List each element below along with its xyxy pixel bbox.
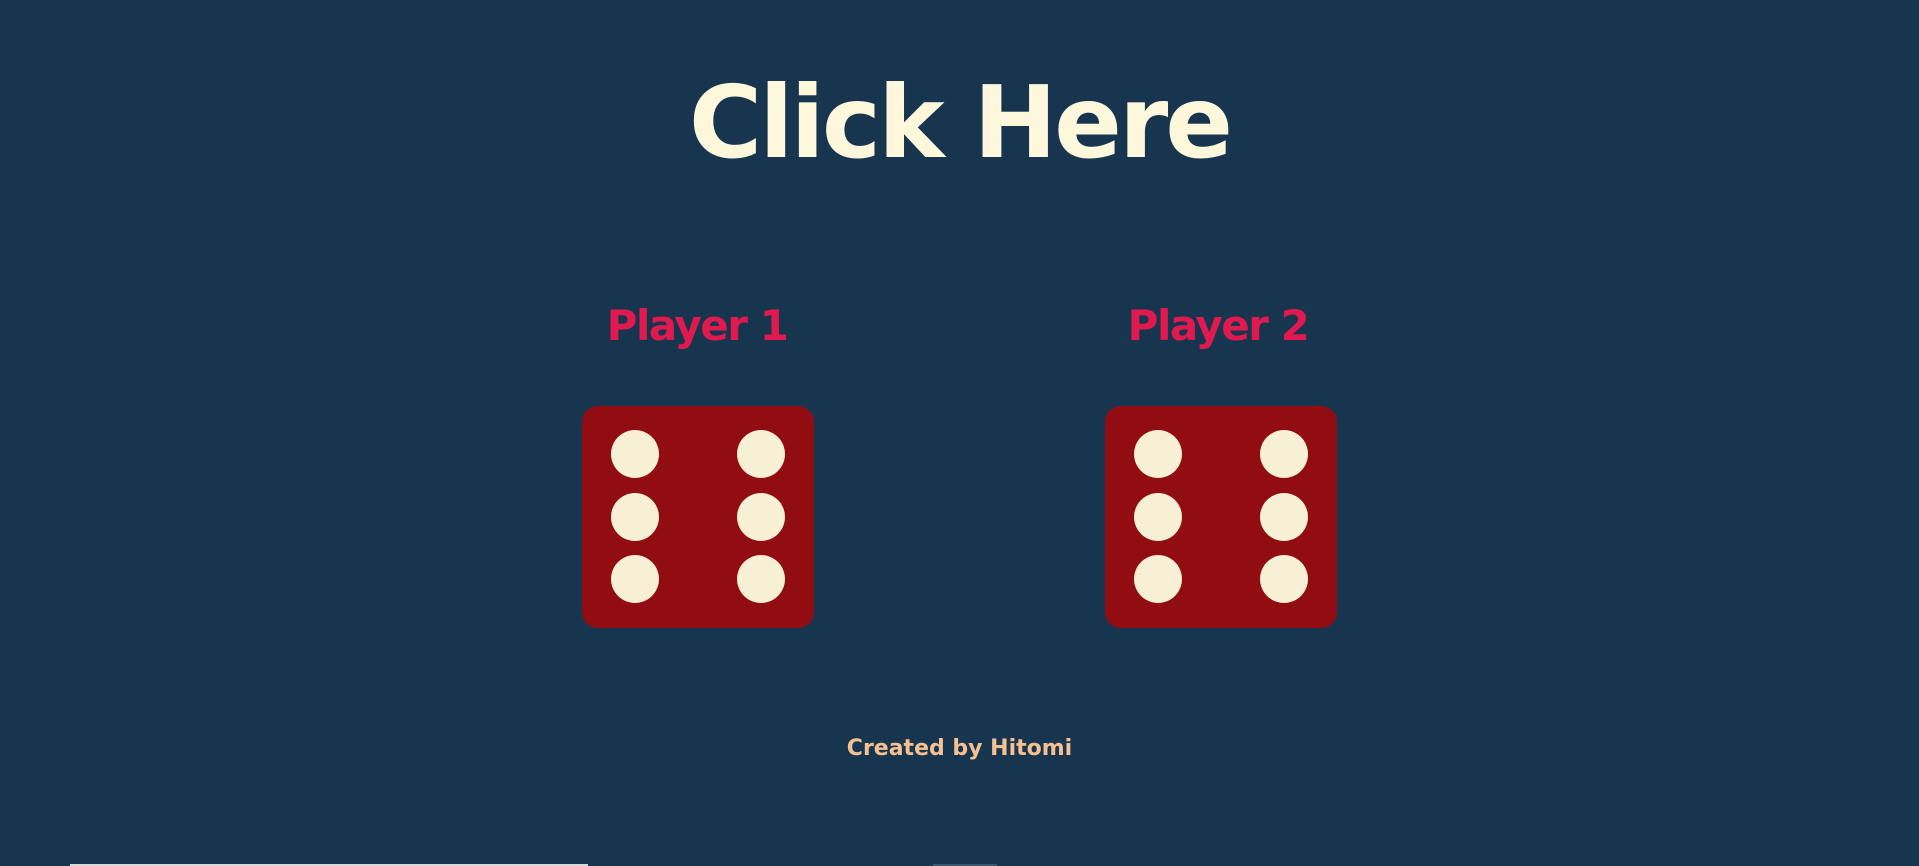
die-pip	[1134, 555, 1182, 603]
player-1-panel: Player 1	[577, 296, 817, 356]
footer-credit: Created by Hitomi	[846, 736, 1073, 761]
die-pip	[611, 493, 659, 541]
player-2-label: Player 2	[1127, 301, 1310, 350]
die-pip	[1134, 430, 1182, 478]
player-1-label: Player 1	[606, 301, 789, 350]
player-1-die	[582, 406, 814, 628]
die-pip	[737, 493, 785, 541]
player-2-panel: Player 2	[1098, 296, 1338, 356]
die-pip	[611, 555, 659, 603]
die-pip	[737, 430, 785, 478]
die-pip	[1134, 493, 1182, 541]
player-2-die	[1105, 406, 1337, 628]
die-pip	[1260, 493, 1308, 541]
die-pip	[1260, 555, 1308, 603]
die-pip	[611, 430, 659, 478]
click-here-title[interactable]: Click Here	[0, 62, 1919, 184]
die-pip	[737, 555, 785, 603]
die-pip	[1260, 430, 1308, 478]
